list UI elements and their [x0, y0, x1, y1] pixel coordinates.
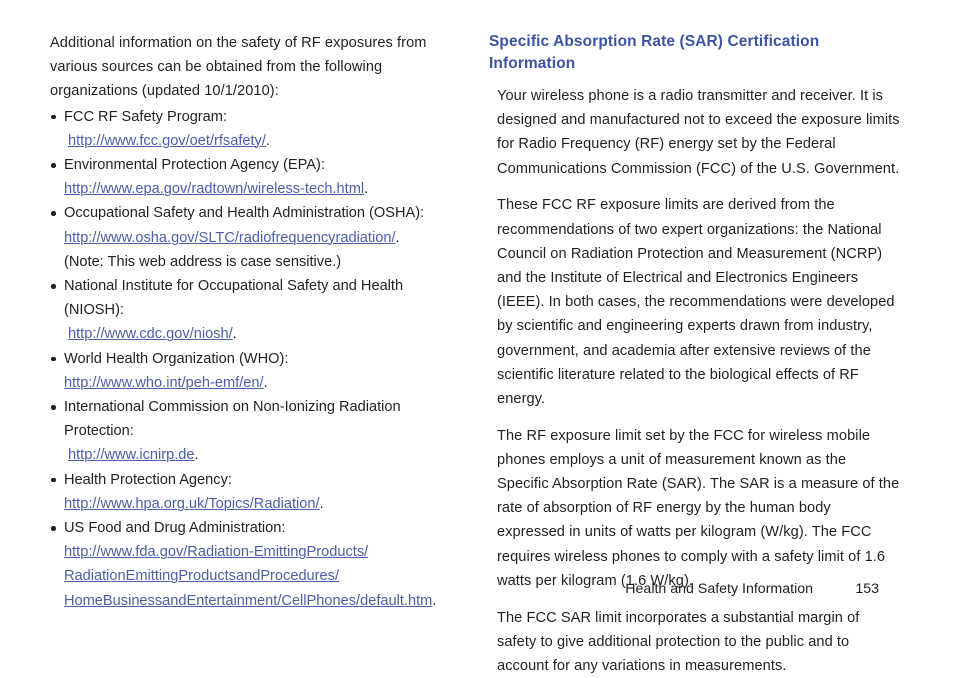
organization-url-line: http://www.who.int/peh-emf/en/. — [64, 371, 460, 395]
organization-link[interactable]: http://www.icnirp.de — [68, 447, 195, 463]
body-paragraph: The RF exposure limit set by the FCC for… — [497, 427, 900, 589]
page-footer: Health and Safety Information 153 — [0, 579, 879, 599]
organization-url-line: http://www.fcc.gov/oet/rfsafety/. — [64, 129, 460, 153]
body-paragraph: These FCC RF exposure limits are derived… — [497, 197, 895, 407]
organization-label: Environmental Protection Agency (EPA): — [64, 157, 325, 174]
organization-label: National Institute for Occupational Safe… — [64, 278, 404, 319]
url-trailing-period: . — [232, 326, 237, 343]
organization-link[interactable]: http://www.cdc.gov/niosh/ — [68, 326, 233, 342]
url-trailing-period: . — [265, 132, 270, 149]
organization-link[interactable]: http://www.epa.gov/radtown/wireless-tech… — [64, 181, 364, 197]
organization-link[interactable]: http://www.hpa.org.uk/Topics/Radiation/ — [64, 496, 320, 512]
body-paragraph: The FCC SAR limit incorporates a substan… — [497, 609, 860, 674]
url-trailing-period: . — [194, 447, 199, 464]
bullet-dot-icon — [51, 356, 56, 362]
organization-link[interactable]: http://www.fda.gov/Radiation-EmittingPro… — [64, 544, 368, 560]
organization-url-line: http://www.cdc.gov/niosh/. — [64, 322, 460, 346]
list-item: World Health Organization (WHO): http://… — [50, 347, 460, 395]
organization-url-line: http://www.osha.gov/SLTC/radiofrequencyr… — [64, 226, 460, 250]
bullet-dot-icon — [51, 526, 56, 531]
url-trailing-period: . — [364, 181, 369, 198]
list-item: Occupational Safety and Health Administr… — [50, 201, 460, 274]
organization-link[interactable]: http://www.osha.gov/SLTC/radiofrequencyr… — [64, 230, 396, 246]
body-paragraph: Your wireless phone is a radio transmitt… — [497, 88, 900, 177]
organization-label: Health Protection Agency: — [64, 471, 232, 488]
organization-link[interactable]: http://www.who.int/peh-emf/en/ — [64, 375, 264, 391]
list-item: Environmental Protection Agency (EPA): h… — [50, 153, 460, 201]
organization-label: Occupational Safety and Health Administr… — [64, 205, 425, 222]
organization-url-line: http://www.epa.gov/radtown/wireless-tech… — [64, 177, 460, 201]
bullet-dot-icon — [51, 477, 56, 483]
page-number: 153 — [855, 581, 879, 597]
organization-link[interactable]: http://www.fcc.gov/oet/rfsafety/ — [68, 133, 266, 149]
bullet-dot-icon — [51, 284, 56, 289]
organization-label: World Health Organization (WHO): — [64, 350, 289, 367]
intro-paragraph: Additional information on the safety of … — [50, 35, 427, 100]
footer-section-title: Health and Safety Information — [625, 581, 813, 597]
list-item: International Commission on Non-Ionizing… — [50, 395, 460, 468]
section-heading: Specific Absorption Rate (SAR) Certifica… — [489, 33, 820, 72]
organization-url-line: http://www.icnirp.de. — [64, 443, 460, 467]
organization-label: International Commission on Non-Ionizing… — [64, 399, 401, 440]
bullet-dot-icon — [51, 211, 56, 217]
list-item: Health Protection Agency: http://www.hpa… — [50, 468, 460, 516]
organization-list: FCC RF Safety Program: http://www.fcc.go… — [50, 105, 460, 613]
list-item: FCC RF Safety Program: http://www.fcc.go… — [50, 105, 460, 153]
url-trailing-period: . — [263, 374, 268, 391]
bullet-dot-icon — [51, 405, 56, 410]
url-trailing-period: . — [395, 229, 400, 246]
organization-url-line: http://www.hpa.org.uk/Topics/Radiation/. — [64, 492, 460, 516]
organization-label: US Food and Drug Administration: — [64, 520, 286, 537]
bullet-dot-icon — [51, 163, 56, 168]
document-page: Additional information on the safety of … — [0, 0, 954, 674]
url-trailing-period: . — [319, 495, 324, 512]
bullet-dot-icon — [51, 114, 56, 120]
organization-note: (Note: This web address is case sensitiv… — [64, 253, 342, 270]
organization-label: FCC RF Safety Program: — [64, 108, 227, 125]
organization-url-line: http://www.fda.gov/Radiation-EmittingPro… — [64, 540, 460, 564]
left-column: Additional information on the safety of … — [50, 31, 460, 613]
list-item: National Institute for Occupational Safe… — [50, 274, 460, 347]
